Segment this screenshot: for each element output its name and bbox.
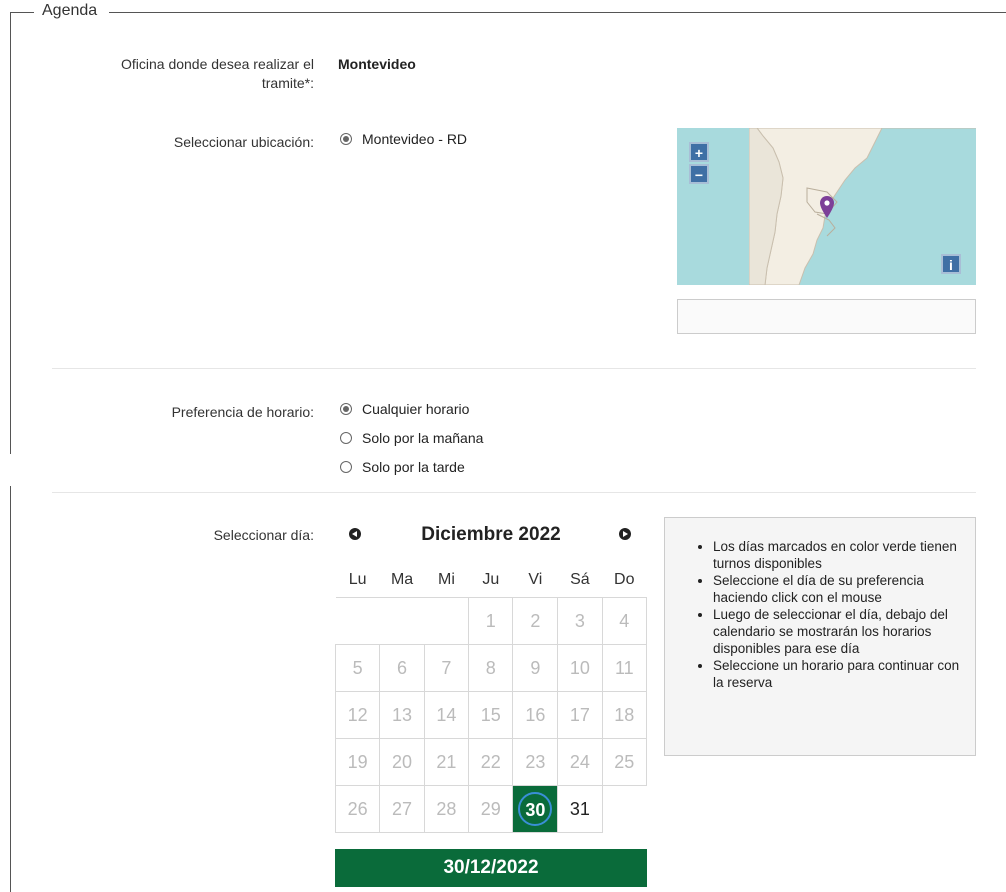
location-label: Seleccionar ubicación: xyxy=(173,134,314,150)
calendar-title: Diciembre 2022 xyxy=(421,524,561,545)
calendar-day: 11 xyxy=(601,644,648,692)
location-option-label: Montevideo - RD xyxy=(362,131,468,147)
fieldset-legend: Agenda xyxy=(34,2,110,20)
calendar-day[interactable]: 30 xyxy=(512,785,559,833)
location-option-montevideo[interactable]: Montevideo - RD xyxy=(340,131,467,147)
calendar-week: 1234 xyxy=(336,597,648,645)
calendar-day: 26 xyxy=(334,785,381,833)
calendar-day: 21 xyxy=(423,738,470,786)
radio-icon[interactable] xyxy=(340,133,352,145)
calendar-day: 22 xyxy=(468,738,514,786)
fieldset-border-left-lower xyxy=(10,486,11,892)
schedule-option-label: Cualquier horario xyxy=(362,401,470,417)
schedule-option-label: Solo por la tarde xyxy=(362,459,465,475)
calendar-week: 12 13 14 15 16 17 18 xyxy=(334,691,648,739)
calendar-day: 16 xyxy=(512,691,559,739)
calendar-empty-cell xyxy=(602,786,646,833)
calendar-day: 18 xyxy=(601,691,648,739)
calendar-day: 15 xyxy=(468,691,514,739)
calendar-day: 28 xyxy=(423,785,470,833)
schedule-option-any[interactable]: Cualquier horario xyxy=(340,401,469,417)
calendar-day: 20 xyxy=(379,738,425,786)
calendar-day: 17 xyxy=(557,691,603,739)
calendar-day: 13 xyxy=(379,691,425,739)
calendar-day: 3 xyxy=(557,597,603,645)
weekday-header: Sá xyxy=(557,563,603,598)
calendar-day: 12 xyxy=(334,691,381,739)
info-item: Luego de seleccionar el día, debajo del … xyxy=(713,606,965,657)
info-box: Los días marcados en color verde tienen … xyxy=(664,517,976,756)
calendar-empty-cell xyxy=(336,598,380,645)
calendar-day: 19 xyxy=(334,738,381,786)
weekday-header: Ma xyxy=(379,563,425,598)
calendar-week: 19 20 21 22 23 24 25 xyxy=(334,738,648,786)
weekday-header: Mi xyxy=(424,563,469,598)
calendar-day: 8 xyxy=(468,644,514,692)
calendar-day: 27 xyxy=(379,785,425,833)
fieldset-border xyxy=(10,12,1006,13)
fieldset-border-left xyxy=(10,12,11,454)
selected-day-label: 30 xyxy=(518,792,553,826)
office-value: Montevideo xyxy=(338,56,416,72)
calendar-header: Diciembre 2022 xyxy=(335,520,647,550)
zoom-in-button[interactable]: + xyxy=(689,142,709,162)
calendar-week: 5 6 7 8 9 10 11 xyxy=(334,644,648,692)
calendar-day: 2 xyxy=(512,597,559,645)
weekday-header: Ju xyxy=(468,563,513,598)
radio-icon[interactable] xyxy=(340,403,352,415)
calendar-day: 9 xyxy=(512,644,559,692)
office-label: Oficina donde desea realizar el tramite*… xyxy=(120,56,314,91)
location-map[interactable]: + − i xyxy=(677,128,976,285)
schedule-option-label: Solo por la mañana xyxy=(362,430,484,446)
radio-icon[interactable] xyxy=(340,432,352,444)
calendar-empty-cell xyxy=(424,598,468,645)
calendar-day: 1 xyxy=(468,597,514,645)
schedule-option-afternoon[interactable]: Solo por la tarde xyxy=(340,459,465,475)
info-item: Seleccione el día de su preferencia haci… xyxy=(713,572,965,606)
map-pin-icon[interactable] xyxy=(820,196,834,218)
calendar-day: 10 xyxy=(557,644,603,692)
calendar-day: 24 xyxy=(557,738,603,786)
radio-icon[interactable] xyxy=(340,461,352,473)
divider xyxy=(52,368,976,369)
calendar-day: 7 xyxy=(423,644,470,692)
weekday-header: Do xyxy=(602,563,647,598)
calendar-day: 4 xyxy=(601,597,648,645)
calendar-day: 5 xyxy=(334,644,381,692)
calendar-day: 6 xyxy=(379,644,425,692)
schedule-label: Preferencia de horario: xyxy=(171,404,314,420)
calendar-week: 26 27 28 29 30 31 xyxy=(334,785,647,833)
weekday-header: Vi xyxy=(512,563,558,598)
calendar-label: Seleccionar día: xyxy=(213,527,314,543)
calendar-day[interactable]: 31 xyxy=(557,785,603,833)
zoom-out-button[interactable]: − xyxy=(689,164,709,184)
schedule-option-morning[interactable]: Solo por la mañana xyxy=(340,430,483,446)
info-item: Los días marcados en color verde tienen … xyxy=(713,538,965,572)
calendar-empty-cell xyxy=(380,598,424,645)
weekday-header: Lu xyxy=(335,563,380,598)
next-month-icon[interactable] xyxy=(619,528,631,540)
info-item: Seleccione un horario para continuar con… xyxy=(713,657,965,691)
prev-month-icon[interactable] xyxy=(349,528,361,540)
calendar-day: 14 xyxy=(423,691,470,739)
divider xyxy=(52,492,976,493)
selected-date-bar: 30/12/2022 xyxy=(335,849,647,887)
calendar-day: 23 xyxy=(512,738,559,786)
map-info-button[interactable]: i xyxy=(941,254,961,274)
map-search-input[interactable] xyxy=(677,299,976,334)
calendar-grid: Lu Ma Mi Ju Vi Sá Do 1 2 3 4 5 6 7 8 9 10 11 12 13 14 15 16 17… xyxy=(334,563,648,833)
calendar-day: 25 xyxy=(601,738,648,786)
calendar-day: 29 xyxy=(468,785,514,833)
info-list: Los días marcados en color verde tienen … xyxy=(665,518,975,691)
